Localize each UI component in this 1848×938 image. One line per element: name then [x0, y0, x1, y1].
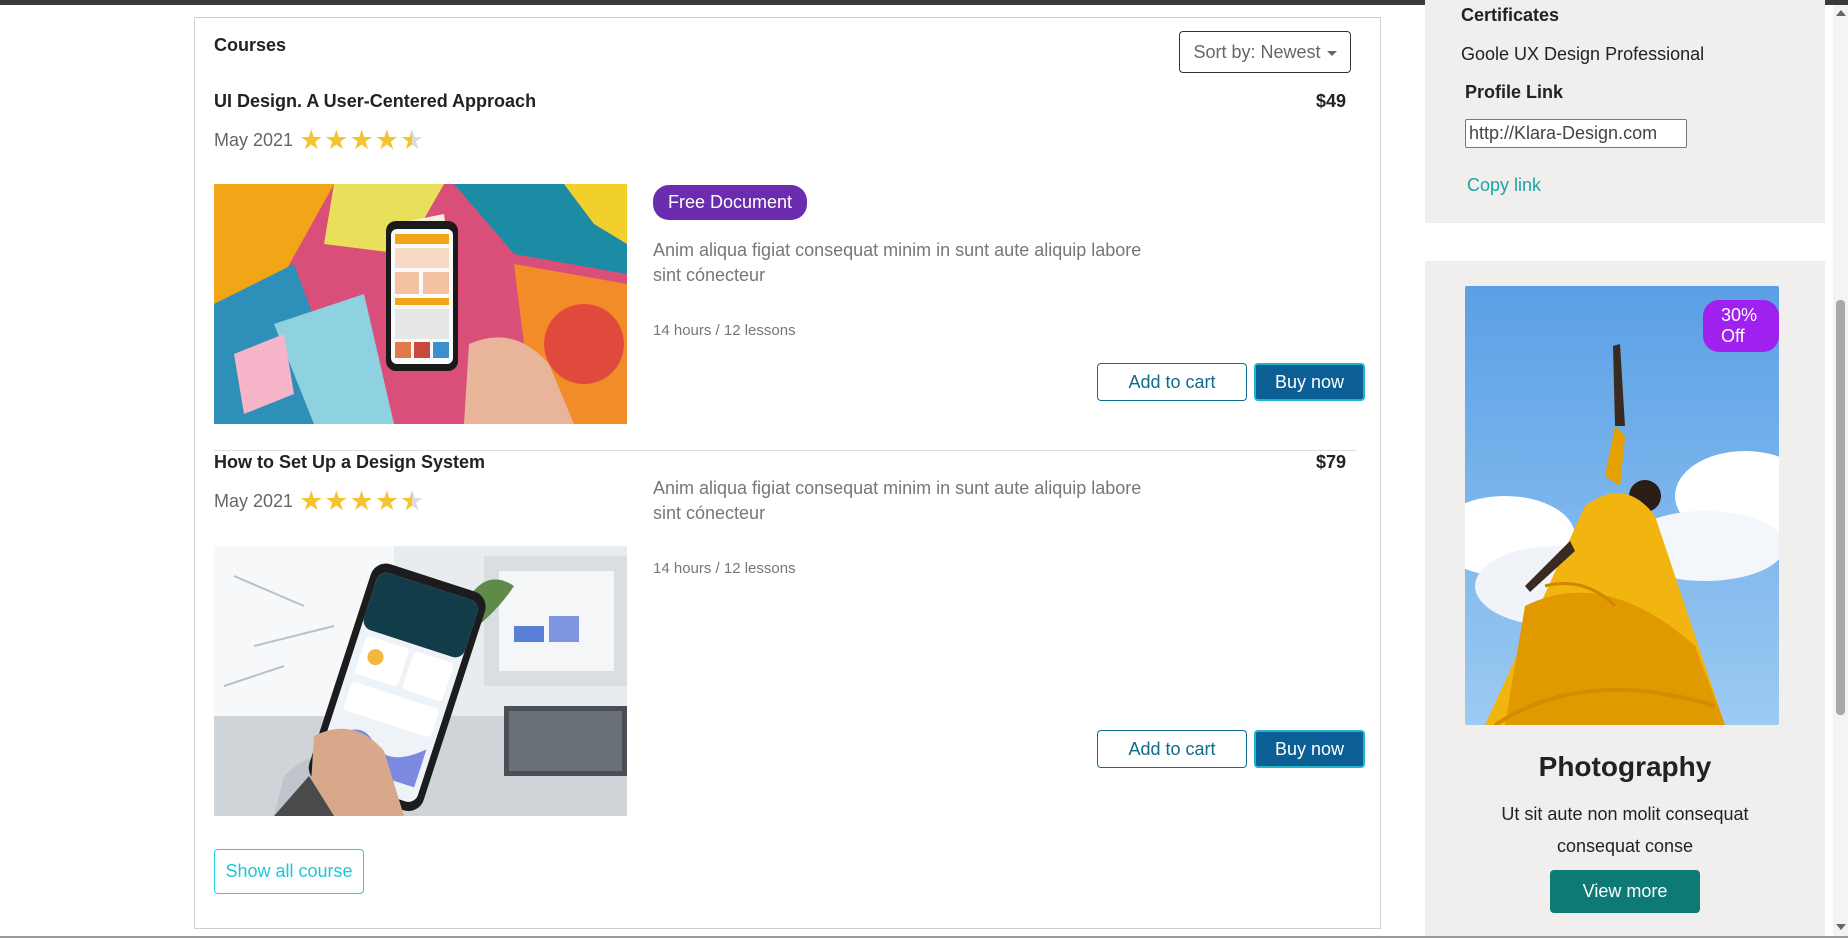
course-thumbnail-phone-desk[interactable]: [214, 546, 627, 816]
course-description: Anim aliqua figiat consequat minim in su…: [653, 240, 1142, 285]
star-icon: ★: [374, 125, 399, 155]
certificate-value: Goole UX Design Professional: [1461, 44, 1705, 64]
course-card: UI Design. A User-Centered Approach $49 …: [214, 91, 1365, 424]
promo-image-dancer[interactable]: 30% Off: [1465, 286, 1779, 725]
star-icon: ★: [324, 486, 349, 516]
profile-card: Certificates Goole UX Design Professiona…: [1425, 0, 1825, 223]
buy-now-button[interactable]: Buy now: [1254, 730, 1365, 768]
view-more-button[interactable]: View more: [1550, 870, 1700, 913]
discount-badge: 30% Off: [1703, 300, 1779, 352]
courses-panel: Courses Sort by: Newest UI Design. A Use…: [194, 17, 1381, 929]
course-title[interactable]: UI Design. A User-Centered Approach: [214, 91, 536, 112]
scroll-up-arrow-icon[interactable]: [1836, 10, 1846, 16]
course-title[interactable]: How to Set Up a Design System: [214, 452, 485, 473]
course-thumbnail-phone-mural[interactable]: [214, 184, 627, 424]
show-all-courses-button[interactable]: Show all course: [214, 849, 364, 894]
half-star-icon: ★: [399, 486, 425, 516]
course-card: How to Set Up a Design System $79 May 20…: [214, 452, 1365, 822]
rating-stars: ★ ★ ★ ★ ★: [299, 486, 425, 516]
star-icon: ★: [349, 486, 374, 516]
star-icon: ★: [299, 486, 324, 516]
add-to-cart-button[interactable]: Add to cart: [1097, 363, 1247, 401]
star-icon: ★: [374, 486, 399, 516]
course-description: Anim aliqua figiat consequat minim in su…: [653, 478, 1142, 523]
free-document-badge: Free Document: [653, 185, 808, 220]
course-date-rating: May 2021 ★ ★ ★ ★ ★: [214, 486, 425, 516]
scroll-down-arrow-icon[interactable]: [1836, 924, 1846, 930]
courses-heading: Courses: [214, 35, 287, 55]
promo-card: 30% Off Photography Ut sit aute non moli…: [1425, 261, 1825, 938]
caret-down-icon: [1326, 50, 1337, 56]
course-date: May 2021: [214, 490, 294, 511]
copy-link[interactable]: Copy link: [1467, 175, 1541, 196]
promo-text: Ut sit aute non molit consequat consequa…: [1501, 804, 1749, 856]
course-price: $79: [1315, 452, 1346, 472]
certificates-label: Certificates: [1461, 5, 1560, 25]
profile-link-label: Profile Link: [1465, 82, 1564, 102]
star-icon: ★: [324, 125, 349, 155]
course-duration: 14 hours / 12 lessons: [653, 560, 796, 577]
course-date: May 2021: [214, 129, 294, 150]
sort-dropdown[interactable]: Sort by: Newest: [1179, 31, 1351, 73]
star-icon: ★: [349, 125, 374, 155]
course-duration: 14 hours / 12 lessons: [653, 322, 796, 339]
profile-link-input[interactable]: [1465, 119, 1687, 148]
course-date-rating: May 2021 ★ ★ ★ ★ ★: [214, 125, 425, 155]
scrollbar-thumb[interactable]: [1836, 300, 1845, 715]
course-price: $49: [1315, 91, 1346, 111]
promo-title: Photography: [1538, 751, 1712, 782]
course-divider: [214, 450, 1356, 451]
buy-now-button[interactable]: Buy now: [1254, 363, 1365, 401]
rating-stars: ★ ★ ★ ★ ★: [299, 125, 425, 155]
star-icon: ★: [299, 125, 324, 155]
half-star-icon: ★: [399, 125, 425, 155]
add-to-cart-button[interactable]: Add to cart: [1097, 730, 1247, 768]
sort-label: Sort by: Newest: [1193, 41, 1321, 62]
